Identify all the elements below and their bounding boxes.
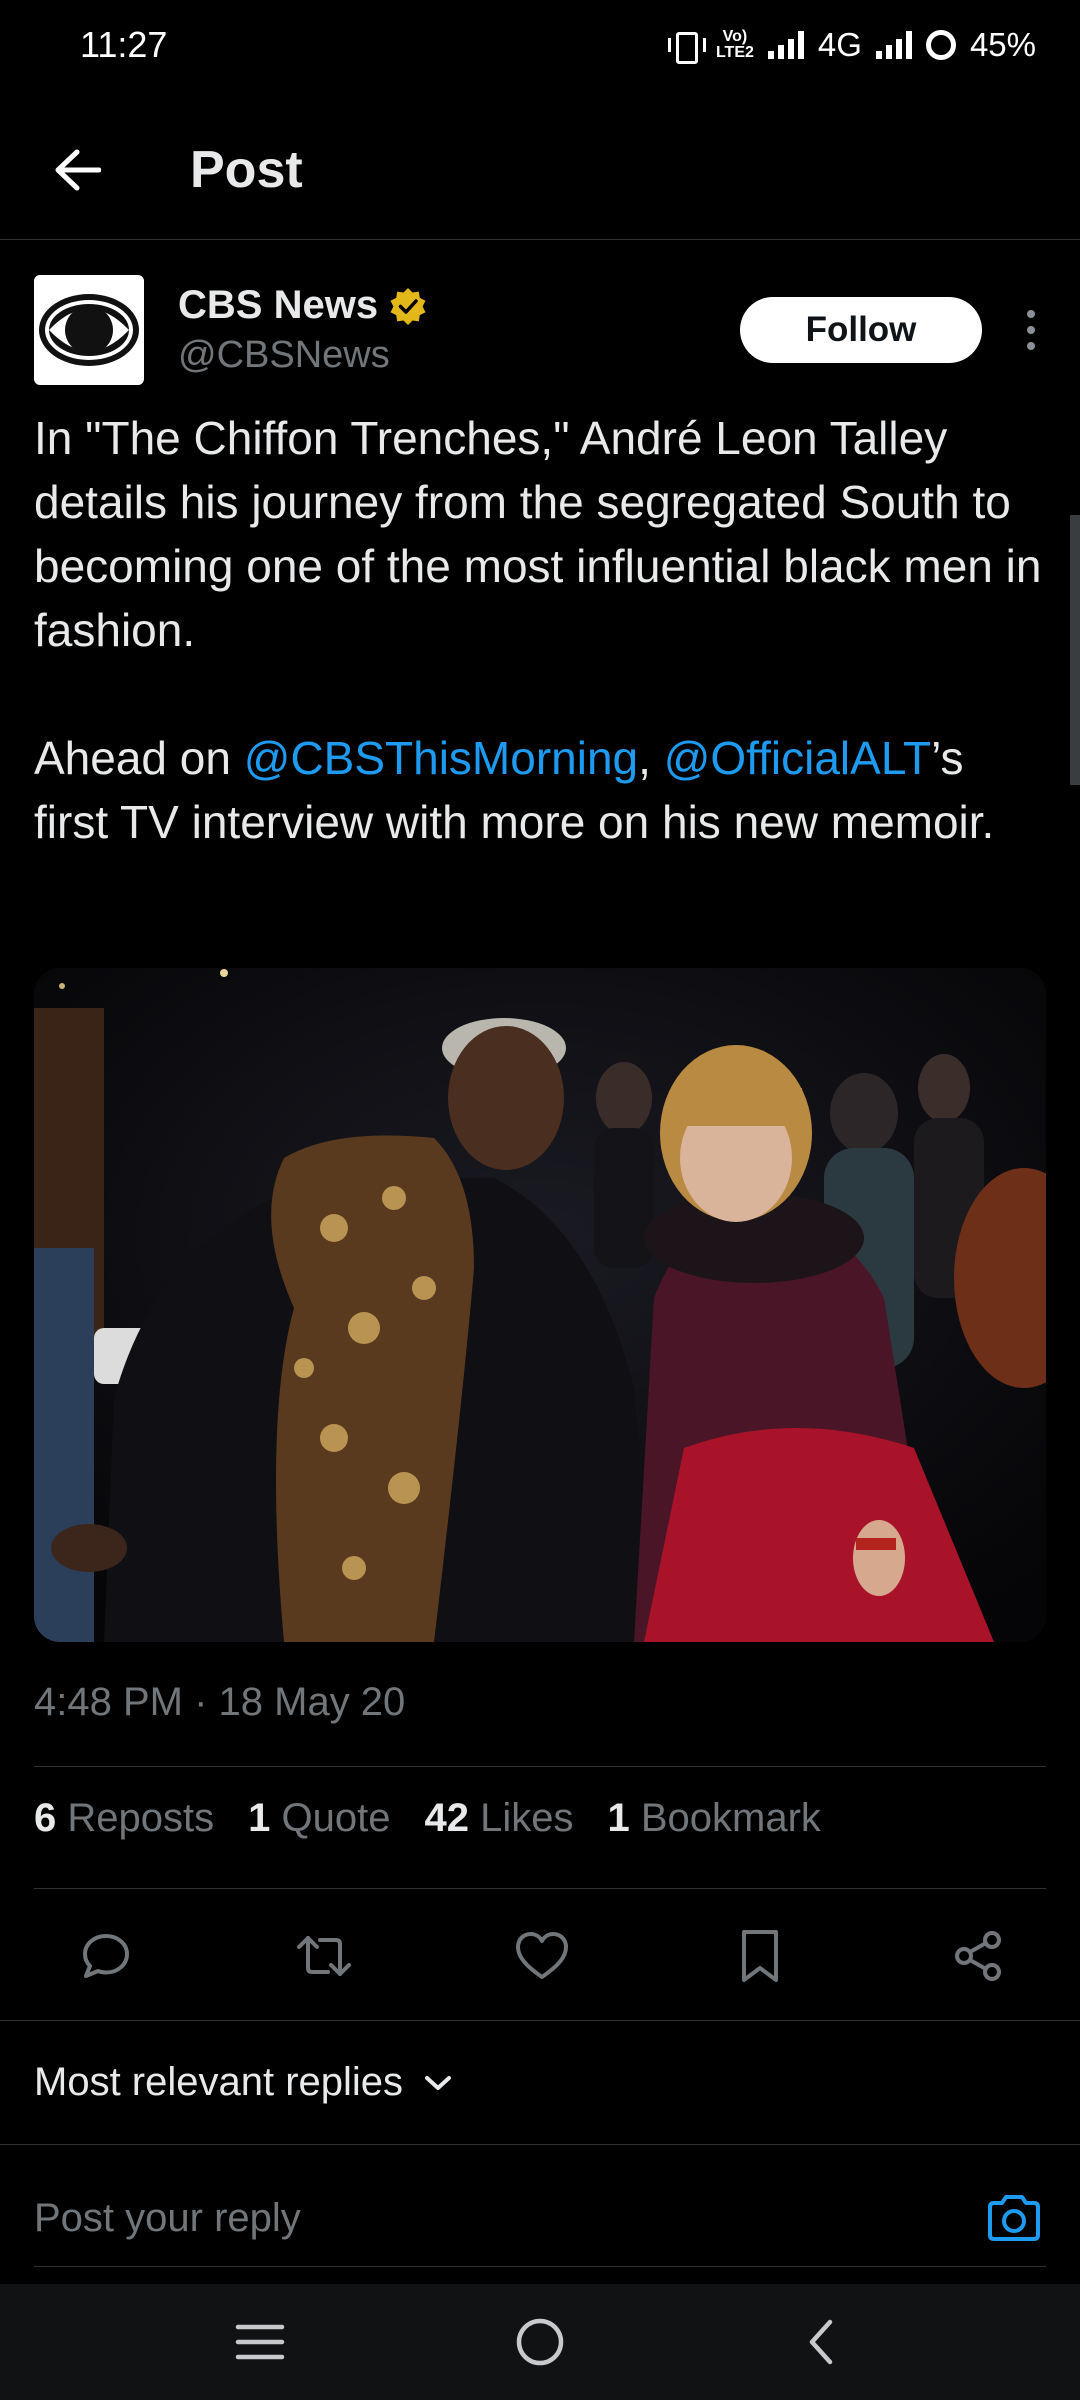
volte-indicator: Vo) LTE2: [716, 29, 754, 61]
signal-2-icon: [875, 31, 912, 59]
reposts-label: Reposts: [67, 1796, 215, 1840]
likes-label: Likes: [480, 1796, 574, 1840]
mention-link-cbsthismorning[interactable]: @CBSThisMorning: [244, 732, 638, 784]
share-button[interactable]: [946, 1924, 1010, 1988]
more-dots-icon: [1027, 310, 1035, 318]
photo-illustration: [34, 968, 1046, 1642]
post-actions: [34, 1906, 1046, 2006]
camera-icon: [988, 2195, 1040, 2241]
system-back-button[interactable]: [770, 2302, 870, 2382]
menu-icon: [235, 2324, 285, 2360]
bookmarks-label: Bookmark: [640, 1796, 821, 1840]
page-title: Post: [190, 140, 303, 199]
post-timestamp[interactable]: 4:48 PM · 18 May 20: [34, 1680, 405, 1725]
likes-count: 42: [424, 1796, 469, 1840]
repost-button[interactable]: [292, 1924, 356, 1988]
likes-stat[interactable]: 42 Likes: [424, 1796, 573, 1841]
reposts-stat[interactable]: 6 Reposts: [34, 1796, 214, 1841]
cbs-eye-logo: [39, 294, 139, 366]
bookmark-icon: [742, 1930, 778, 1982]
system-nav-bar: [0, 2284, 1080, 2400]
arrow-left-icon: [55, 149, 101, 190]
divider: [34, 1766, 1046, 1767]
post-image[interactable]: [34, 968, 1046, 1642]
post-text: In "The Chiffon Trenches," André Leon Ta…: [34, 406, 1046, 854]
replies-sort-dropdown[interactable]: Most relevant replies: [34, 2060, 453, 2105]
text-separator: ,: [638, 732, 664, 784]
back-icon: [809, 2319, 833, 2365]
reposts-count: 6: [34, 1796, 57, 1840]
status-icons: Vo) LTE2 4G 45%: [666, 26, 1036, 64]
scrollbar[interactable]: [1070, 515, 1080, 785]
author-handle[interactable]: @CBSNews: [178, 334, 740, 377]
lte-label: LTE2: [715, 44, 754, 61]
battery-level: 45%: [969, 26, 1036, 63]
text-fragment: Ahead on: [34, 732, 244, 784]
follow-button[interactable]: Follow: [740, 297, 982, 363]
volte-label: Vo): [722, 28, 748, 45]
recent-apps-button[interactable]: [210, 2302, 310, 2382]
bookmarks-count: 1: [607, 1796, 630, 1840]
bookmark-button[interactable]: [728, 1924, 792, 1988]
share-icon: [955, 1931, 1001, 1981]
reply-button[interactable]: [74, 1924, 138, 1988]
home-icon: [516, 2318, 564, 2366]
mention-link-officialalt[interactable]: @OfficialALT: [664, 732, 931, 784]
chevron-down-icon: [425, 2075, 452, 2090]
battery-icon: [925, 30, 956, 60]
divider: [34, 2266, 1046, 2267]
post-paragraph-1: In "The Chiffon Trenches," André Leon Ta…: [34, 412, 1042, 656]
repost-icon: [297, 1936, 351, 1976]
status-time: 11:27: [80, 24, 168, 65]
post-author: CBS News @CBSNews Follow: [34, 272, 1046, 388]
like-icon: [516, 1932, 568, 1979]
divider: [0, 2144, 1080, 2145]
reply-input[interactable]: [34, 2195, 834, 2241]
replies-sort-label: Most relevant replies: [34, 2060, 404, 2104]
engagement-stats: 6 Reposts 1 Quote 42 Likes 1 Bookmark: [34, 1796, 821, 1841]
vibrate-icon: [666, 30, 706, 64]
like-button[interactable]: [510, 1924, 574, 1988]
quotes-stat[interactable]: 1 Quote: [248, 1796, 390, 1841]
author-display-name[interactable]: CBS News: [178, 283, 740, 328]
network-type: 4G: [817, 26, 862, 63]
bookmarks-stat[interactable]: 1 Bookmark: [607, 1796, 820, 1841]
home-button[interactable]: [490, 2302, 590, 2382]
display-name-text: CBS News: [178, 283, 379, 327]
verified-badge-icon: [390, 287, 426, 325]
status-bar: 11:27 Vo) LTE2 4G 45%: [0, 0, 1080, 90]
quotes-label: Quote: [281, 1796, 391, 1840]
divider: [0, 2020, 1080, 2021]
reply-composer: [34, 2176, 1046, 2260]
top-app-bar: Post: [0, 100, 1080, 240]
author-names: CBS News @CBSNews: [178, 283, 740, 377]
more-options-button[interactable]: [1016, 300, 1046, 360]
signal-icon: [767, 31, 804, 59]
avatar[interactable]: [34, 275, 144, 385]
back-button[interactable]: [32, 125, 122, 215]
quotes-count: 1: [248, 1796, 271, 1840]
post-paragraph-2: Ahead on @CBSThisMorning, @OfficialALT’s…: [34, 726, 1046, 854]
reply-icon: [83, 1934, 129, 1978]
camera-button[interactable]: [982, 2186, 1046, 2250]
divider: [34, 1888, 1046, 1889]
